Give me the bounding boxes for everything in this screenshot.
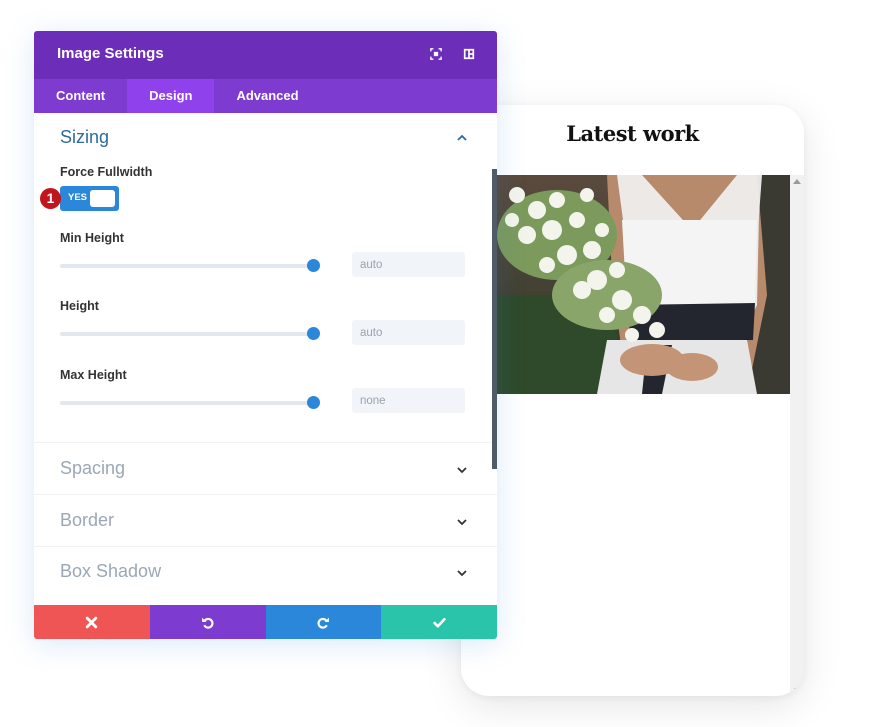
image-settings-panel: Image Settings Content Design Advanced S… <box>34 31 497 639</box>
divider <box>34 442 497 443</box>
max-height-label: Max Height <box>60 368 127 382</box>
force-fullwidth-toggle[interactable]: YES <box>60 186 119 211</box>
scroll-up-arrow-icon[interactable] <box>793 179 801 184</box>
undo-icon <box>202 617 214 629</box>
panel-scrollbar[interactable] <box>492 169 497 469</box>
save-button[interactable] <box>381 605 497 639</box>
divider <box>34 494 497 495</box>
panel-body: Sizing Force Fullwidth YES 1 Min Height … <box>34 113 497 605</box>
group-title-border[interactable]: Border <box>60 510 114 531</box>
panel-header: Image Settings <box>34 31 497 79</box>
chevron-up-icon[interactable] <box>457 133 467 143</box>
height-label: Height <box>60 299 99 313</box>
discard-button[interactable] <box>34 605 150 639</box>
close-icon <box>86 616 98 628</box>
divider <box>34 546 497 547</box>
height-slider[interactable] <box>60 327 320 340</box>
chevron-down-icon[interactable] <box>457 465 467 475</box>
max-height-slider[interactable] <box>60 396 320 409</box>
group-title-sizing[interactable]: Sizing <box>60 127 109 148</box>
action-bar <box>34 605 497 639</box>
chevron-down-icon[interactable] <box>457 568 467 578</box>
slider-thumb[interactable] <box>307 327 320 340</box>
group-title-box-shadow[interactable]: Box Shadow <box>60 561 161 582</box>
min-height-label: Min Height <box>60 231 124 245</box>
tab-content[interactable]: Content <box>34 79 127 113</box>
min-height-input[interactable] <box>352 252 465 277</box>
sidebar-layout-icon[interactable] <box>463 47 477 61</box>
tab-advanced[interactable]: Advanced <box>214 79 320 113</box>
step-badge: 1 <box>40 188 61 209</box>
check-icon <box>432 617 446 628</box>
scroll-down-arrow-icon[interactable] <box>794 688 800 692</box>
panel-title: Image Settings <box>57 45 164 62</box>
preview-title: Latest work <box>566 121 699 146</box>
bride-photo <box>497 175 790 394</box>
preview-card: Latest work <box>461 105 804 696</box>
chevron-down-icon[interactable] <box>457 517 467 527</box>
slider-thumb[interactable] <box>307 396 320 409</box>
max-height-input[interactable] <box>352 388 465 413</box>
undo-button[interactable] <box>149 605 266 639</box>
min-height-slider[interactable] <box>60 259 320 272</box>
preview-image <box>497 175 790 394</box>
toggle-knob <box>90 190 115 207</box>
height-input[interactable] <box>352 320 465 345</box>
tab-bar: Content Design Advanced <box>34 79 497 113</box>
preview-scrollbar[interactable] <box>790 175 804 696</box>
slider-thumb[interactable] <box>307 259 320 272</box>
group-title-spacing[interactable]: Spacing <box>60 458 125 479</box>
force-fullwidth-label: Force Fullwidth <box>60 165 153 179</box>
toggle-yes-label: YES <box>68 192 88 203</box>
redo-button[interactable] <box>265 605 382 639</box>
tab-design[interactable]: Design <box>127 79 215 113</box>
fullscreen-icon[interactable] <box>430 47 444 61</box>
redo-icon <box>317 617 329 629</box>
